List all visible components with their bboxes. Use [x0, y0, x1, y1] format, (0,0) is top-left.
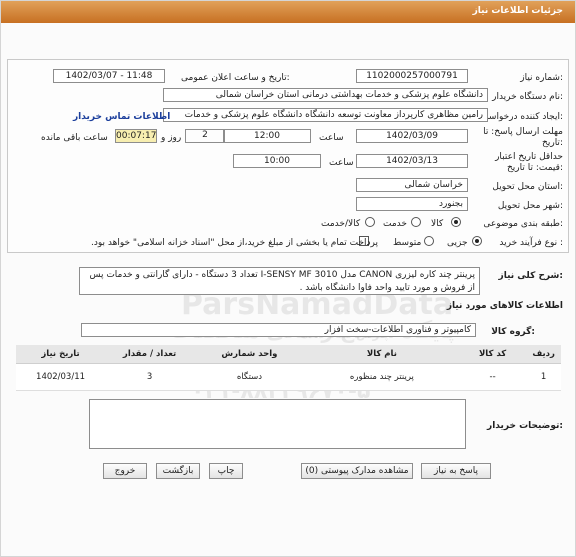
cell-code: -- — [458, 363, 527, 391]
validity-time-field: 10:00 — [233, 154, 321, 168]
col-header-date: تاریخ نیاز — [16, 345, 106, 364]
buyer-notes-label: توضیحات خریدار: — [487, 421, 563, 431]
cell-qty: 3 — [105, 363, 195, 391]
deadline-date-field: 1402/03/09 — [356, 129, 468, 143]
buyer-contact-link[interactable]: اطلاعات تماس خریدار — [73, 112, 170, 122]
process-minor-label: جزیی — [447, 238, 468, 248]
buyer-org-label: نام دستگاه خریدار: — [492, 92, 563, 102]
process-medium-radio[interactable] — [424, 236, 434, 246]
goods-section-title: اطلاعات کالاهای مورد نیاز — [446, 301, 563, 311]
need-number-label: شماره نیاز: — [520, 73, 563, 83]
category-goods-label: کالا — [431, 219, 444, 229]
buyer-notes-box — [89, 399, 466, 449]
need-details-window: جزئیات اطلاعات نیاز ParsNamadData پایگاه… — [0, 0, 576, 557]
remaining-timer: 00:07:17 — [115, 129, 157, 143]
goods-table: ردیف کد کالا نام کالا واحد شمارش تعداد /… — [16, 345, 561, 391]
col-header-code: کد کالا — [458, 345, 527, 364]
view-attachments-button[interactable]: مشاهده مدارک پیوستی (0) — [301, 463, 413, 479]
summary-label: شرح کلی نیاز: — [498, 271, 563, 281]
category-goods-service-label: کالا/خدمت — [321, 219, 361, 229]
cell-unit: دستگاه — [194, 363, 305, 391]
reply-button[interactable]: پاسخ به نیاز — [421, 463, 491, 479]
deadline-time-field: 12:00 — [223, 129, 311, 143]
category-service-label: خدمت — [383, 219, 407, 229]
category-goods-radio[interactable] — [451, 217, 461, 227]
cell-name: پرینتر چند منظوره — [304, 363, 459, 391]
days-box — [185, 129, 225, 143]
treasury-payment-note: پرداخت تمام یا بخشی از مبلغ خرید،از محل … — [91, 238, 379, 248]
col-header-row: ردیف — [526, 345, 561, 364]
category-label: طبقه بندی موضوعی: — [483, 219, 563, 229]
col-header-name: نام کالا — [304, 345, 459, 364]
print-button[interactable]: چاپ — [209, 463, 243, 479]
category-goods-service-radio[interactable] — [365, 217, 375, 227]
city-field: بجنورد — [356, 197, 468, 211]
days-label: روز و — [161, 133, 182, 143]
province-field: خراسان شمالی — [356, 178, 468, 192]
table-row: 1 -- پرینتر چند منظوره دستگاه 3 1402/03/… — [16, 363, 561, 391]
validity-time-label: ساعت — [329, 158, 354, 168]
validity-label: حداقل تاریخ اعتبار — [495, 152, 563, 162]
cell-row: 1 — [526, 363, 561, 391]
announce-datetime-label: تاریخ و ساعت اعلان عمومی: — [181, 73, 290, 83]
window-titlebar: جزئیات اطلاعات نیاز — [1, 1, 575, 23]
summary-text: پرینتر چند کاره لیزری CANON مدل I-SENSY … — [79, 267, 480, 295]
process-type-label: نوع فرآیند خرید : — [499, 238, 563, 248]
deadline-label-date: تاریخ: — [542, 138, 563, 148]
province-label: استان محل تحویل: — [492, 182, 563, 192]
col-header-unit: واحد شمارش — [194, 345, 305, 364]
exit-button[interactable]: خروج — [103, 463, 147, 479]
creator-field: رامین مظاهری کارپرداز معاونت توسعه دانشگ… — [163, 108, 488, 122]
category-service-radio[interactable] — [411, 217, 421, 227]
deadline-label: مهلت ارسال پاسخ: تا — [483, 127, 563, 137]
window-title: جزئیات اطلاعات نیاز — [472, 6, 563, 16]
validity-date-field: 1402/03/13 — [356, 154, 468, 168]
creator-label: ایجاد کننده درخواست: — [480, 112, 563, 122]
remaining-label: ساعت باقی مانده — [41, 133, 108, 143]
goods-group-field: کامپیوتر و فناوری اطلاعات-سخت افزار — [81, 323, 476, 337]
buyer-org-field: دانشگاه علوم پزشکی و خدمات بهداشتی درمان… — [163, 88, 488, 102]
cell-date: 1402/03/11 — [16, 363, 106, 391]
need-number-field: 1102000257000791 — [356, 69, 468, 83]
goods-table-header: ردیف کد کالا نام کالا واحد شمارش تعداد /… — [16, 345, 561, 364]
back-button[interactable]: بازگشت — [156, 463, 200, 479]
process-minor-radio[interactable] — [472, 236, 482, 246]
city-label: شهر محل تحویل: — [497, 201, 563, 211]
validity-label-date: قیمت: تا تاریخ: — [506, 163, 563, 173]
announce-datetime-field: 1402/03/07 - 11:48 — [53, 69, 165, 83]
deadline-time-label: ساعت — [319, 133, 344, 143]
goods-group-label: گروه کالا: — [491, 327, 535, 337]
process-medium-label: متوسط — [393, 238, 422, 248]
col-header-qty: تعداد / مقدار — [105, 345, 195, 364]
